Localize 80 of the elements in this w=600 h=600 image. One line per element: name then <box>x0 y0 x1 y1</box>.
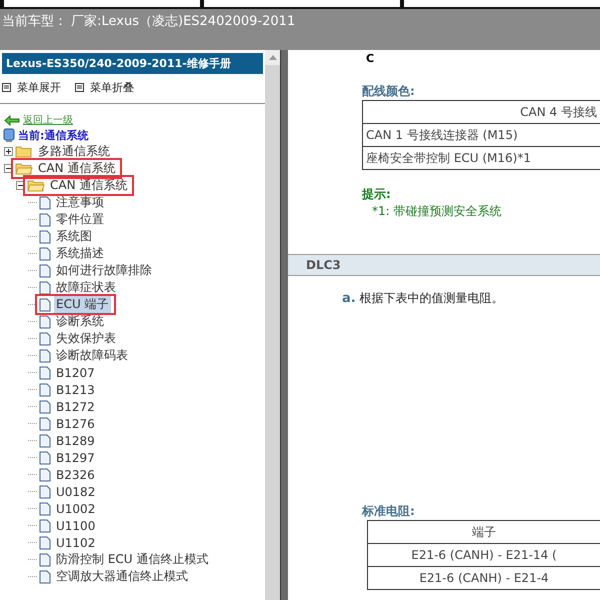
page-icon <box>39 382 51 396</box>
tree-item[interactable]: 故障症状表 <box>54 279 118 296</box>
folder-icon <box>15 145 33 158</box>
section-header: DLC3 <box>288 254 600 276</box>
tree-item[interactable]: 如何进行故障排除 <box>54 262 154 279</box>
page-icon <box>39 298 51 312</box>
tree-item[interactable]: B1276 <box>54 416 97 430</box>
back-arrow-icon <box>4 114 20 126</box>
plus-box-icon[interactable] <box>4 147 13 156</box>
page-icon <box>39 570 51 584</box>
page-icon <box>39 502 51 516</box>
tree-item[interactable]: 系统图 <box>54 228 94 245</box>
page-icon <box>39 212 51 226</box>
text-fragment: C <box>366 52 376 65</box>
current-section: 当前:通信系统 <box>18 128 88 143</box>
tree-item[interactable]: U1002 <box>54 502 98 516</box>
folder-icon <box>15 162 33 175</box>
manual-title: Lexus-ES350/240-2009-2011-维修手册 <box>2 53 263 74</box>
tree-item[interactable]: 系统描述 <box>54 245 106 262</box>
tree-item[interactable]: B1213 <box>54 382 97 396</box>
page-icon <box>39 314 51 328</box>
wiring-heading: 配线颜色: <box>362 83 416 100</box>
page-icon <box>39 468 51 482</box>
table-cell: E21-6 (CANH) - E21-14 ( <box>368 543 600 566</box>
tree-item[interactable]: 多路通信系统 <box>36 143 112 160</box>
tree-item[interactable]: CAN 通信系统 <box>36 160 118 177</box>
tree-item[interactable]: U0182 <box>54 484 98 498</box>
tree-item[interactable]: 诊断故障码表 <box>54 347 130 364</box>
hint-heading: 提示: <box>362 186 392 203</box>
page-icon <box>39 246 51 260</box>
minus-box-icon[interactable] <box>16 181 25 190</box>
list-icon <box>2 83 11 92</box>
tree-item[interactable]: B2326 <box>54 468 97 482</box>
tree-item[interactable]: B1207 <box>54 366 97 380</box>
step-marker: a. <box>342 291 356 306</box>
tree-item[interactable]: 诊断系统 <box>54 313 106 330</box>
page-icon <box>39 400 51 414</box>
tree-item[interactable]: ECU 端子 <box>54 296 111 313</box>
page-icon <box>39 536 51 550</box>
hint-text: *1: 带碰撞预测安全系统 <box>372 203 502 220</box>
computer-icon <box>3 128 15 143</box>
minus-box-icon[interactable] <box>4 164 13 173</box>
page-icon <box>39 518 51 532</box>
table-cell: 座椅安全带控制 ECU (M16)*1 <box>363 146 600 169</box>
tree-item[interactable]: 防滑控制 ECU 通信终止模式 <box>54 551 210 568</box>
page-icon <box>39 264 51 278</box>
tree-item[interactable]: B1297 <box>54 450 97 464</box>
tree-item[interactable]: CAN 通信系统 <box>48 177 130 194</box>
table-cell-text: CAN 4 号接线 <box>519 104 598 120</box>
table-cell: CAN 1 号接线连接器 (M15) <box>363 123 600 146</box>
page-icon <box>39 348 51 362</box>
tree-item[interactable]: B1289 <box>54 434 97 448</box>
tree-item[interactable]: 空调放大器通信终止模式 <box>54 568 190 585</box>
step-text: 根据下表中的值测量电阻。 <box>360 290 504 307</box>
tree-item[interactable]: U1102 <box>54 536 98 550</box>
tree-item[interactable]: 零件位置 <box>54 211 106 228</box>
tree-item[interactable]: U1100 <box>54 518 98 532</box>
menu-toggle-button[interactable]: 菜单展开 <box>2 80 61 95</box>
page-icon <box>39 484 51 498</box>
page-icon <box>39 434 51 448</box>
page-icon <box>39 230 51 244</box>
menu-toggle-button[interactable]: 菜单折叠 <box>75 80 134 95</box>
tree-item[interactable]: 失效保护表 <box>54 330 118 347</box>
page-icon <box>39 450 51 464</box>
page-icon <box>39 332 51 346</box>
table-cell: E21-6 (CANH) - E21-4 <box>368 566 600 589</box>
folder-icon <box>27 179 45 192</box>
scrollbar[interactable] <box>265 50 280 600</box>
page-icon <box>39 552 51 566</box>
page-icon <box>39 366 51 380</box>
back-link[interactable]: 返回上一级 <box>4 113 265 127</box>
table-cell-text: 端子 <box>471 524 497 540</box>
tree-item[interactable]: 注意事项 <box>54 194 106 211</box>
resistance-heading: 标准电阻: <box>362 503 416 520</box>
list-icon <box>75 83 84 92</box>
vehicle-title: 当前车型： 厂家:Lexus（凌志)ES2402009-2011 <box>1 13 296 30</box>
page-icon <box>39 280 51 294</box>
page-icon <box>39 196 51 210</box>
tree-item[interactable]: B1272 <box>54 400 97 414</box>
page-icon <box>39 416 51 430</box>
